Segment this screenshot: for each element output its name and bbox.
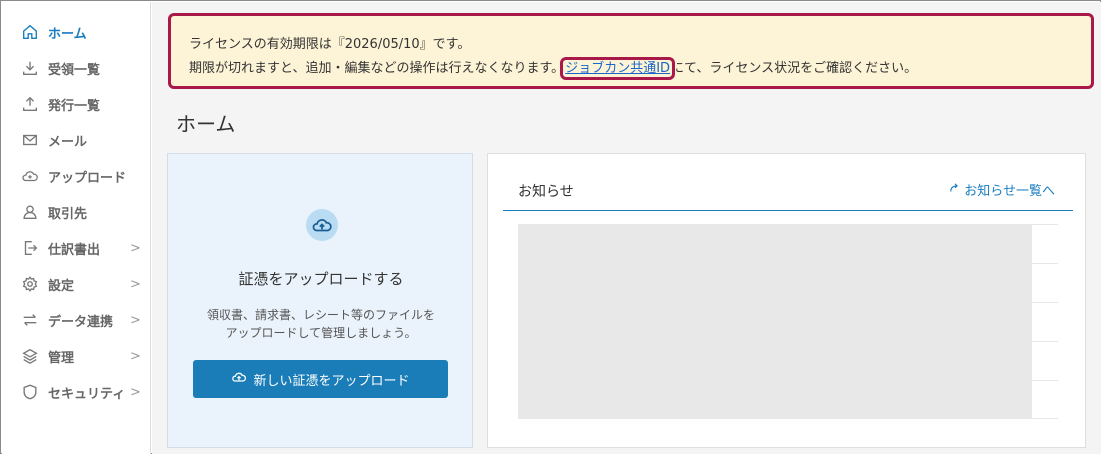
sync-icon (20, 310, 40, 330)
sidebar-item-upload[interactable]: アップロード (2, 158, 151, 194)
news-divider (503, 210, 1073, 211)
sidebar-item-journal-export[interactable]: 仕訳書出 > (2, 230, 151, 266)
new-upload-button[interactable]: 新しい証憑をアップロード (193, 360, 448, 398)
sidebar-item-label: 発行一覧 (48, 98, 101, 114)
page-title: ホーム (176, 112, 236, 136)
sidebar-item-security[interactable]: セキュリティ > (2, 374, 151, 410)
upload-card-description: 領収書、請求書、レシート等のファイルを アップロードして管理しましょう。 (206, 308, 435, 340)
news-loading-placeholder (518, 224, 1032, 419)
sidebar-item-home[interactable]: ホーム (2, 14, 151, 50)
sidebar-item-issued-list[interactable]: 発行一覧 (2, 86, 151, 122)
sidebar-item-settings[interactable]: 設定 > (2, 266, 151, 302)
gear-icon (20, 274, 40, 294)
user-icon (20, 202, 40, 222)
sidebar-item-label: 管理 (48, 350, 75, 366)
sidebar-item-label: アップロード (48, 170, 127, 186)
chevron-right-icon: > (130, 276, 141, 292)
main-content: ライセンスの有効期限は『2026/05/10』です。 期限が切れますと、追加・編… (152, 2, 1101, 454)
sidebar-item-received-list[interactable]: 受領一覧 (2, 50, 151, 86)
mail-icon (20, 130, 40, 150)
export-icon (20, 238, 40, 258)
share-arrow-icon (948, 181, 962, 199)
sidebar-item-management[interactable]: 管理 > (2, 338, 151, 374)
chevron-right-icon: > (130, 240, 141, 256)
chevron-right-icon: > (130, 348, 141, 364)
news-list (518, 224, 1058, 419)
cloud-upload-icon (231, 369, 247, 389)
sidebar-item-label: 取引先 (48, 206, 88, 222)
license-expiry-text: ライセンスの有効期限は『2026/05/10』です。 (189, 37, 471, 52)
app-window: ホーム 受領一覧 発行一覧 メール アップロード 取引先 仕訳書出 > 設定 >… (0, 0, 1101, 454)
chevron-right-icon: > (130, 384, 141, 400)
sidebar-item-mail[interactable]: メール (2, 122, 151, 158)
shield-icon (20, 382, 40, 402)
license-warning-text: 期限が切れますと、追加・編集などの操作は行えなくなります。ジョブカン共通IDにて… (189, 57, 918, 80)
jobcan-common-id-link[interactable]: ジョブカン共通ID (560, 57, 676, 80)
home-icon (20, 22, 40, 42)
news-card: お知らせ お知らせ一覧へ (487, 153, 1086, 448)
sidebar: ホーム 受領一覧 発行一覧 メール アップロード 取引先 仕訳書出 > 設定 >… (2, 2, 151, 454)
download-icon (20, 58, 40, 78)
cloud-upload-icon (20, 166, 40, 186)
sidebar-item-data-integration[interactable]: データ連携 > (2, 302, 151, 338)
sidebar-item-label: データ連携 (48, 314, 114, 330)
sidebar-item-label: ホーム (48, 26, 87, 42)
sidebar-item-partners[interactable]: 取引先 (2, 194, 151, 230)
news-list-link[interactable]: お知らせ一覧へ (948, 180, 1055, 199)
sidebar-item-label: メール (48, 134, 88, 150)
sidebar-item-label: セキュリティ (48, 386, 126, 402)
cloud-upload-icon (306, 209, 338, 241)
news-title: お知らせ (518, 184, 574, 200)
chevron-right-icon: > (130, 312, 141, 328)
sidebar-item-label: 受領一覧 (48, 62, 101, 78)
upload-card: 証憑をアップロードする 領収書、請求書、レシート等のファイルを アップロードして… (167, 153, 473, 448)
upload-card-title: 証憑をアップロードする (238, 270, 404, 288)
new-upload-button-label: 新しい証憑をアップロード (253, 373, 410, 389)
sidebar-item-label: 仕訳書出 (48, 242, 101, 258)
upload-icon (20, 94, 40, 114)
sidebar-item-label: 設定 (48, 278, 75, 294)
license-banner: ライセンスの有効期限は『2026/05/10』です。 期限が切れますと、追加・編… (168, 13, 1094, 89)
layers-icon (20, 346, 40, 366)
